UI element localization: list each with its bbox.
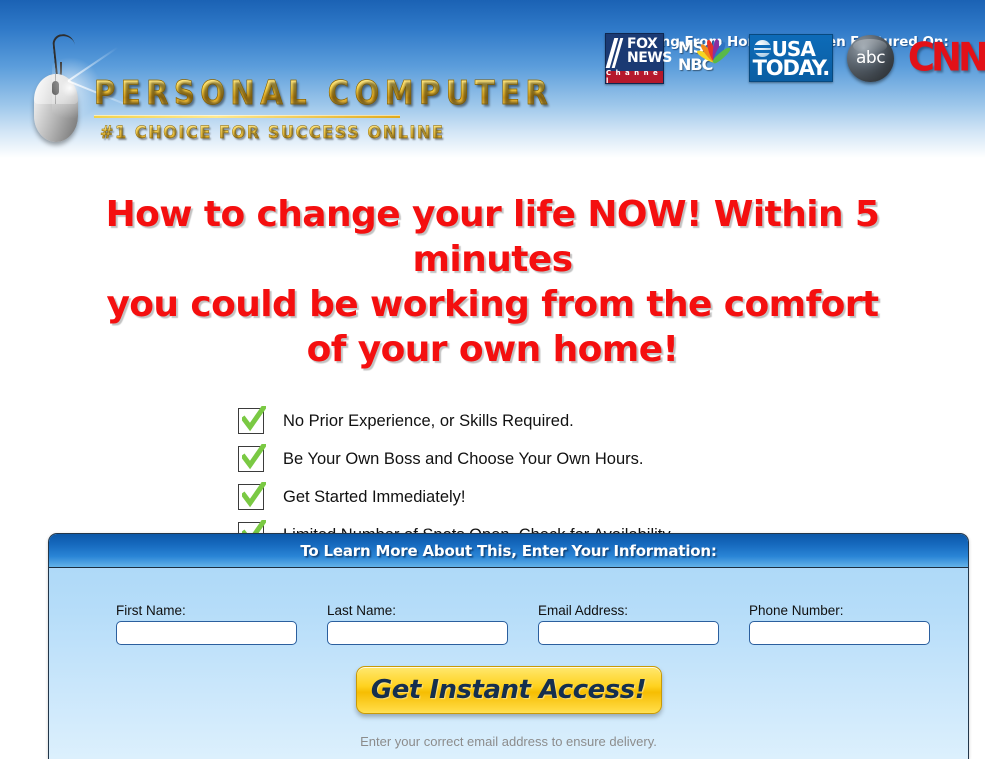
- first-name-input[interactable]: [116, 621, 297, 645]
- benefits-list: No Prior Experience, or Skills Required.…: [238, 402, 838, 554]
- brand-logo: PERSONAL COMPUTER #1 CHOICE FOR SUCCESS …: [20, 18, 548, 143]
- brand-tagline: #1 CHOICE FOR SUCCESS ONLINE: [100, 122, 445, 143]
- form-header-title: To Learn More About This, Enter Your Inf…: [300, 541, 717, 560]
- msnbc-logo: MS NBC: [678, 35, 735, 81]
- list-item: No Prior Experience, or Skills Required.: [238, 402, 838, 440]
- fox-news-line2: NEWS: [627, 50, 672, 66]
- headline-line-3: of your own home!: [306, 329, 679, 370]
- abc-logo-text: abc: [856, 48, 886, 68]
- list-item: Get Started Immediately!: [238, 478, 838, 516]
- fox-news-line1: FOX: [627, 35, 658, 52]
- form-note: Enter your correct email address to ensu…: [360, 734, 657, 749]
- lead-capture-panel: To Learn More About This, Enter Your Inf…: [48, 533, 969, 759]
- cta-row: Get Instant Access!: [49, 666, 968, 714]
- green-checkmark-icon: [242, 406, 266, 432]
- first-name-label: First Name:: [116, 603, 186, 618]
- phone-number-label: Phone Number:: [749, 603, 844, 618]
- list-item-label: Get Started Immediately!: [283, 487, 466, 506]
- abc-logo: abc: [847, 34, 894, 82]
- media-logo-strip: FOX NEWS C h a n n e l MS NBC USA TODAY.: [605, 30, 985, 86]
- usa-today-logo: USA TODAY.: [748, 34, 834, 82]
- usa-today-line2: TODAY.: [752, 56, 831, 80]
- fox-news-logo: FOX NEWS C h a n n e l: [605, 32, 672, 85]
- get-instant-access-button[interactable]: Get Instant Access!: [355, 666, 662, 714]
- form-header-bar: To Learn More About This, Enter Your Inf…: [49, 534, 968, 568]
- checkbox-frame: [238, 406, 266, 434]
- fox-news-channel-banner: C h a n n e l: [606, 69, 663, 85]
- list-item-label: No Prior Experience, or Skills Required.: [283, 411, 574, 430]
- field-group-phone-number: Phone Number:: [749, 603, 930, 645]
- headline-line-1: How to change your life NOW! Within 5 mi…: [105, 194, 880, 280]
- email-address-label: Email Address:: [538, 603, 629, 618]
- last-name-input[interactable]: [327, 621, 508, 645]
- list-item: Be Your Own Boss and Choose Your Own Hou…: [238, 440, 838, 478]
- cnn-logo: CNN: [907, 34, 985, 81]
- headline-line-2: you could be working from the comfort: [106, 284, 879, 325]
- peacock-icon: [695, 37, 732, 65]
- phone-number-input[interactable]: [749, 621, 930, 645]
- brand-title: PERSONAL COMPUTER: [94, 74, 554, 113]
- computer-mouse-icon: [28, 32, 141, 142]
- last-name-label: Last Name:: [327, 603, 397, 618]
- page-headline: How to change your life NOW! Within 5 mi…: [0, 192, 985, 372]
- checkbox-frame: [238, 444, 266, 472]
- list-item-label: Be Your Own Boss and Choose Your Own Hou…: [283, 449, 644, 468]
- globe-icon: [753, 40, 771, 57]
- green-checkmark-icon: [242, 482, 266, 508]
- form-fields-row: First Name: Last Name: Email Address: Ph…: [49, 603, 968, 645]
- field-group-email-address: Email Address:: [538, 603, 719, 645]
- field-group-first-name: First Name:: [116, 603, 297, 645]
- brand-divider: [94, 115, 400, 118]
- checkbox-frame: [238, 482, 266, 510]
- email-address-input[interactable]: [538, 621, 719, 645]
- field-group-last-name: Last Name:: [327, 603, 508, 645]
- page-header: PERSONAL COMPUTER #1 CHOICE FOR SUCCESS …: [0, 0, 985, 158]
- green-checkmark-icon: [242, 444, 266, 470]
